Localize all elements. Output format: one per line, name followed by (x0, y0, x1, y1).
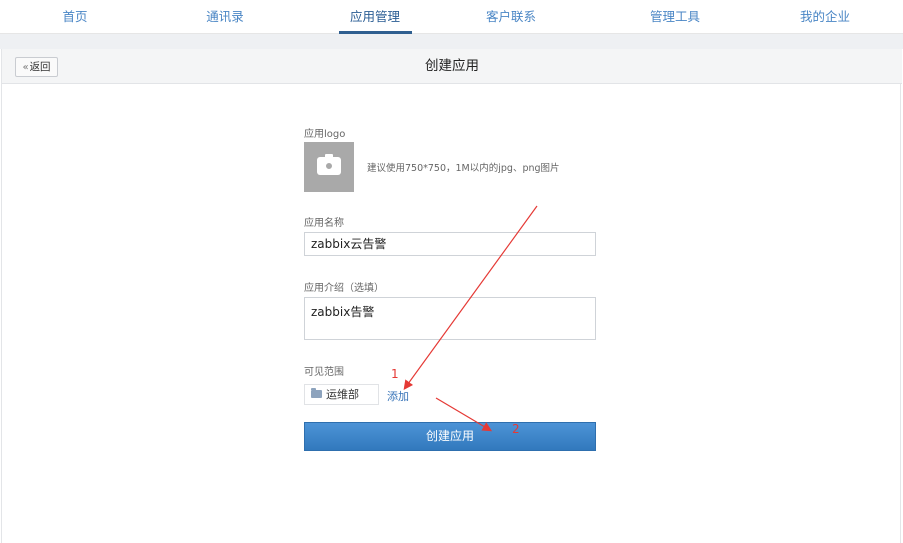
desc-label: 应用介绍（选填） (304, 283, 384, 294)
logo-hint: 建议使用750*750，1M以内的jpg、png图片 (367, 163, 560, 174)
scope-department-name: 运维部 (326, 388, 359, 401)
panel-header: 创建应用 «返回 (2, 49, 902, 84)
add-scope-link[interactable]: 添加 (387, 388, 409, 404)
nav-contacts[interactable]: 通讯录 (170, 0, 280, 34)
back-button-label: 返回 (29, 61, 51, 73)
nav-home[interactable]: 首页 (20, 0, 130, 34)
app-name-input[interactable]: zabbix云告警 (304, 232, 596, 256)
scope-department-tag[interactable]: 运维部 (304, 384, 379, 405)
nav-management-tools[interactable]: 管理工具 (620, 0, 730, 34)
create-app-panel: 创建应用 «返回 (1, 49, 902, 543)
create-app-button[interactable]: 创建应用 (304, 422, 596, 451)
annotation-marker-1: 1 (391, 367, 399, 381)
name-label: 应用名称 (304, 218, 344, 229)
double-chevron-left-icon: « (22, 62, 29, 73)
page-title: 创建应用 (425, 58, 479, 74)
nav-customer-contact[interactable]: 客户联系 (456, 0, 566, 34)
nav-my-enterprise[interactable]: 我的企业 (770, 0, 880, 34)
nav-app-management[interactable]: 应用管理 (320, 0, 430, 34)
scope-label: 可见范围 (304, 367, 344, 378)
logo-label: 应用logo (304, 129, 346, 140)
annotation-marker-2: 2 (512, 422, 520, 436)
folder-icon (311, 388, 322, 398)
camera-icon (317, 154, 341, 175)
back-button[interactable]: «返回 (15, 57, 58, 77)
app-description-input[interactable]: zabbix告警 (304, 297, 596, 340)
top-navigation: 首页 通讯录 应用管理 客户联系 管理工具 我的企业 (0, 0, 903, 34)
page-gap (0, 34, 903, 49)
logo-upload[interactable] (304, 142, 354, 192)
